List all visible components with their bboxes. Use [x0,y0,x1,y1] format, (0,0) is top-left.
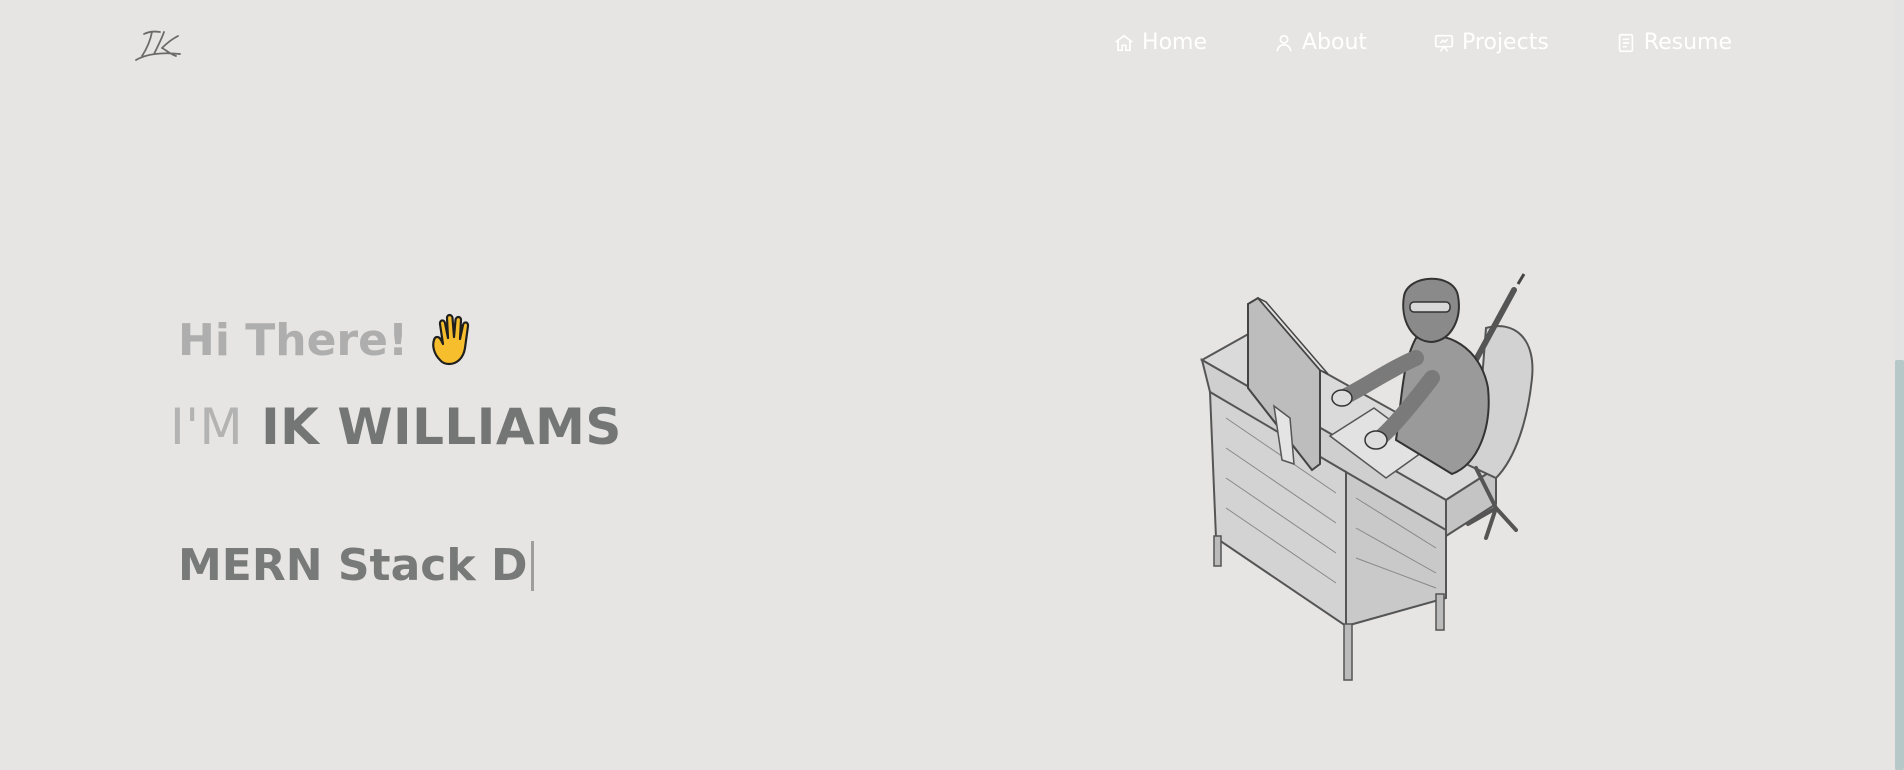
nav-resume[interactable]: Resume [1615,30,1732,55]
nav-projects[interactable]: Projects [1433,30,1549,55]
hero-intro: I'M IK WILLIAMS [170,398,622,456]
ninja-coder-illustration [1199,273,1534,681]
nav-resume-label: Resume [1643,30,1732,55]
typing-cursor [531,540,535,591]
typed-role-text: MERN Stack D [178,540,528,591]
hero-name: IK WILLIAMS [261,398,622,456]
raised-hand-icon [432,313,470,366]
projects-icon [1434,34,1454,52]
nav-home[interactable]: Home [1113,30,1207,55]
page: Home About Projects Resume Hi There! I'M… [0,0,1904,770]
document-icon [1618,33,1634,52]
nav-projects-label: Projects [1462,30,1549,55]
logo-signature[interactable] [128,24,188,64]
nav-about[interactable]: About [1273,30,1367,55]
im-label: I'M [170,398,244,456]
hero-greeting: Hi There! [178,312,478,368]
nav-home-label: Home [1142,30,1207,55]
nav-about-label: About [1302,30,1368,55]
typewriter-role: MERN Stack D [178,540,535,591]
home-icon [1115,34,1133,51]
scrollbar-thumb[interactable] [1895,360,1904,770]
main-nav: Home About Projects Resume [1113,30,1732,55]
user-icon [1276,34,1292,51]
greeting-text: Hi There! [178,314,409,366]
